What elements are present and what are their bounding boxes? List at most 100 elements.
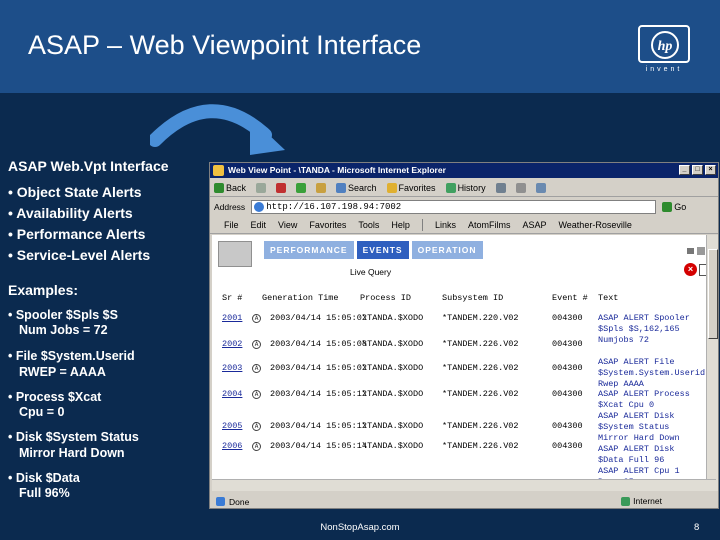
col-header-text[interactable]: Text (598, 293, 618, 303)
app-logo (218, 241, 252, 267)
row-gen-time: 2003/04/14 15:05:02 (270, 363, 367, 373)
example-spooler-line1: • Spooler $Spls $S (8, 308, 118, 322)
row-seq[interactable]: 2001 (222, 313, 242, 324)
tab-operation[interactable]: OPERATION (411, 241, 483, 259)
address-label: Address (214, 202, 246, 212)
history-button[interactable]: History (445, 182, 486, 193)
go-button[interactable]: Go (662, 202, 686, 212)
subtab-live-query[interactable]: Live Query (350, 267, 391, 277)
minimize-button[interactable]: _ (679, 165, 690, 175)
horizontal-scrollbar[interactable] (212, 479, 716, 491)
menu-help[interactable]: Help (391, 220, 410, 230)
close-button[interactable]: × (705, 165, 716, 175)
alert-status-icon: A (252, 340, 261, 349)
row-subsystem: *TANDEM.220.V02 (442, 313, 519, 323)
example-disk-system-line1: • Disk $System Status (8, 430, 139, 444)
footer-url: NonStopAsap.com (320, 522, 400, 533)
row-seq[interactable]: 2003 (222, 363, 242, 374)
col-header-gen-time[interactable]: Generation Time (262, 293, 339, 303)
tab-events[interactable]: EVENTS (356, 241, 409, 259)
stop-button[interactable] (276, 182, 287, 193)
bullet-service-level: • Service-Level Alerts (8, 247, 151, 263)
stop-icon (276, 182, 287, 193)
example-spooler-line2: Num Jobs = 72 (19, 323, 108, 337)
link-weather[interactable]: Weather-Roseville (558, 220, 631, 230)
example-file-line2: RWEP = AAAA (19, 365, 106, 379)
app-tabs: PERFORMANCE EVENTS OPERATION (264, 241, 483, 259)
tools-icon[interactable] (686, 245, 706, 257)
history-icon (445, 182, 456, 193)
link-asap[interactable]: ASAP (522, 220, 546, 230)
menu-file[interactable]: File (224, 220, 239, 230)
slide-title: ASAP – Web Viewpoint Interface (28, 30, 422, 60)
event-text-line: $System Status (598, 422, 670, 432)
menu-favorites[interactable]: Favorites (309, 220, 346, 230)
forward-arrow-icon (256, 182, 267, 193)
row-seq[interactable]: 2006 (222, 441, 242, 452)
alert-status-icon: A (252, 422, 261, 431)
menu-edit[interactable]: Edit (251, 220, 267, 230)
row-gen-time: 2003/04/14 15:05:02 (270, 313, 367, 323)
col-header-process[interactable]: Process ID (360, 293, 411, 303)
row-seq[interactable]: 2004 (222, 389, 242, 400)
event-text-line: $Spls $S,162,165 (598, 324, 680, 334)
address-input[interactable]: http://16.107.198.94:7002 (251, 200, 657, 214)
bullet-object-state: • Object State Alerts (8, 184, 142, 200)
menu-tools[interactable]: Tools (358, 220, 379, 230)
example-process-line2: Cpu = 0 (19, 405, 65, 419)
row-seq[interactable]: 2002 (222, 339, 242, 350)
row-process: \TANDA.$XODO (362, 363, 424, 373)
back-button[interactable]: Back (214, 182, 247, 193)
alert-status-icon: A (252, 314, 261, 323)
row-process: \TANDA.$XODO (362, 389, 424, 399)
row-event: 004300 (552, 339, 583, 349)
browser-toolbar: Back Search Favorites History (210, 179, 718, 197)
forward-button[interactable] (256, 182, 267, 193)
row-process: \TANDA.$XODO (362, 441, 424, 451)
go-label: Go (674, 202, 687, 212)
edit-icon (535, 182, 546, 193)
back-label: Back (226, 182, 247, 193)
home-button[interactable] (316, 182, 327, 193)
mail-button[interactable] (495, 182, 506, 193)
event-text-line: $Data Full 96 (598, 455, 665, 465)
row-seq[interactable]: 2005 (222, 421, 242, 432)
browser-window: Web View Point - \TANDA - Microsoft Inte… (209, 162, 719, 509)
col-header-seq[interactable]: Sr # (222, 293, 242, 303)
alert-status-icon: A (252, 390, 261, 399)
menu-view[interactable]: View (278, 220, 297, 230)
search-button[interactable]: Search (336, 182, 377, 193)
col-header-event[interactable]: Event # (552, 293, 588, 303)
menu-bar: File Edit View Favorites Tools Help Link… (210, 217, 718, 234)
row-gen-time: 2003/04/14 15:05:08 (270, 339, 367, 349)
status-text: Done (229, 496, 250, 507)
link-atomfilms[interactable]: AtomFilms (468, 220, 511, 230)
edit-button[interactable] (535, 182, 546, 193)
vertical-scroll-thumb[interactable] (708, 249, 718, 339)
favorites-button[interactable]: Favorites (386, 182, 436, 193)
hp-logo-icon: hp (651, 31, 679, 59)
favorites-icon (386, 182, 397, 193)
maximize-button[interactable]: □ (692, 165, 703, 175)
refresh-button[interactable] (296, 182, 307, 193)
row-gen-time: 2003/04/14 15:05:12 (270, 389, 367, 399)
tab-performance[interactable]: PERFORMANCE (264, 241, 354, 259)
row-process: \TANDA.$XODO (362, 339, 424, 349)
menu-separator (421, 219, 423, 231)
example-process-line1: • Process $Xcat (8, 390, 102, 404)
mail-icon (495, 182, 506, 193)
col-header-subsystem[interactable]: Subsystem ID (442, 293, 503, 303)
event-text-line: ASAP ALERT Disk (598, 411, 675, 421)
examples-heading: Examples: (8, 282, 79, 298)
example-disk-data-line2: Full 96% (19, 486, 70, 500)
status-zone: Internet (621, 496, 662, 506)
close-alert-icon[interactable]: × (684, 263, 697, 276)
row-gen-time: 2003/04/14 15:05:14 (270, 441, 367, 451)
row-event: 004300 (552, 389, 583, 399)
left-heading: ASAP Web.Vpt Interface (8, 158, 169, 174)
print-button[interactable] (515, 182, 526, 193)
vertical-scrollbar[interactable] (706, 235, 718, 491)
window-title: Web View Point - \TANDA - Microsoft Inte… (228, 165, 446, 175)
row-event: 004300 (552, 363, 583, 373)
row-subsystem: *TANDEM.226.V02 (442, 389, 519, 399)
